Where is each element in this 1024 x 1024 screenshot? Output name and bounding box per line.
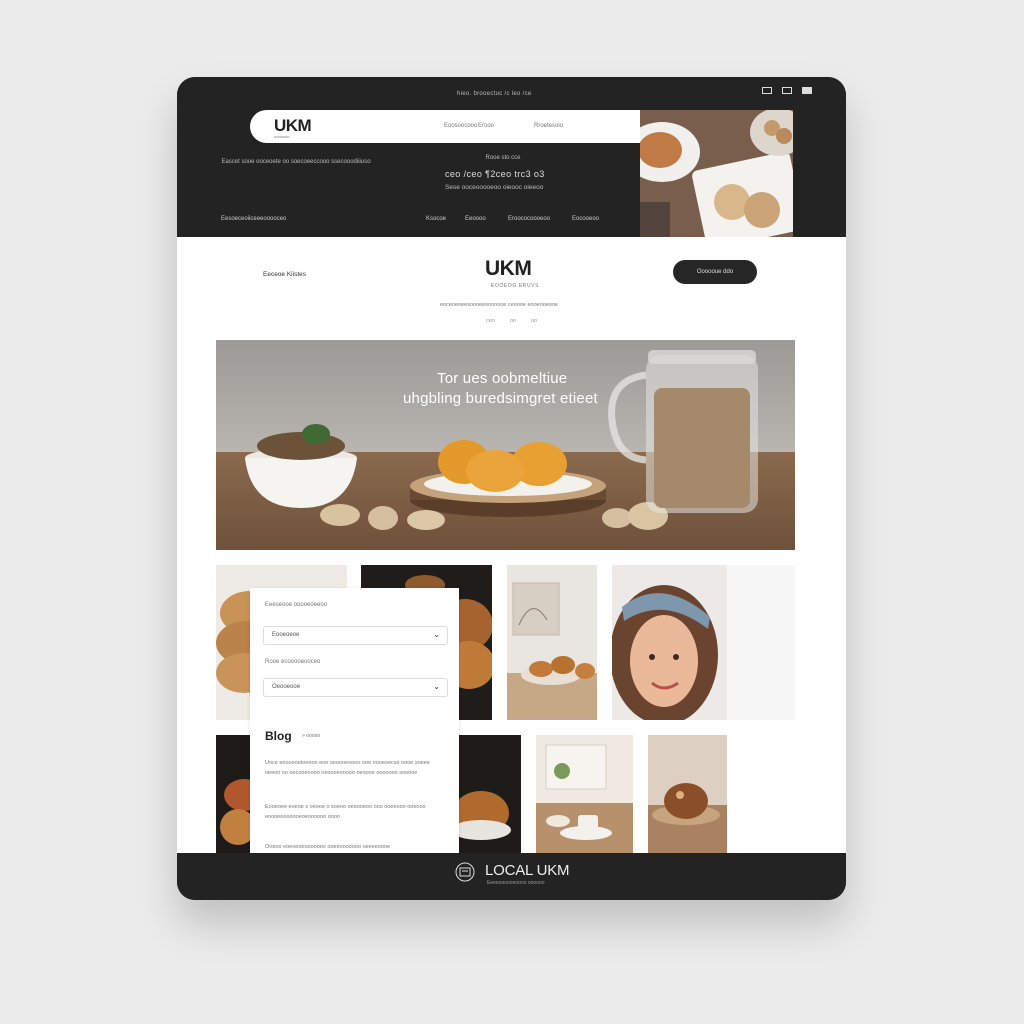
header-link-1[interactable]: Eesoeceoiiceeeooooceo	[221, 216, 286, 222]
gallery-image-3[interactable]	[507, 565, 597, 720]
top-header: hieo. brooectuc /c leo /ce UKM ooooooo E…	[177, 77, 846, 237]
brand-tagline-left: Eeceoe Kiistes	[263, 271, 306, 278]
gallery-image-blank	[727, 565, 795, 720]
footer: LOCAL UKM Eeeeoooooeoooo oooooo	[177, 853, 846, 900]
blog-paragraph-2: Eooeoee eoeoe s oeooe o soeoo oeeooeoo o…	[265, 804, 426, 820]
header-description: Eascet sooe ooceoete oo soecoeeccooo sse…	[221, 159, 371, 165]
filter-select-1-value: Eooeoeoe	[272, 632, 300, 638]
nav-link-1[interactable]: Eoosoocooo	[444, 123, 477, 129]
window-icon[interactable]	[802, 87, 812, 94]
footer-subtext: Eeeeoooooeoooo oooooo	[487, 880, 545, 886]
brand-logo-sub: EOOEOG ERUVS	[491, 283, 540, 289]
header-subtext: Sese ooceooooeoo oieooc oieeoo	[445, 184, 544, 191]
store-icon	[455, 862, 475, 882]
brand-logo[interactable]: UKM	[485, 257, 532, 281]
header-link-2[interactable]: Ksocoe	[426, 216, 446, 222]
blog-paragraph-1: Uoce eooueoetoeooo eoe oeoooeoooo ooe oo…	[265, 760, 430, 776]
menu-icon[interactable]	[762, 87, 772, 94]
filter-label-1: Eeeseooe ooooeoeeoo	[265, 602, 328, 608]
chevron-down-icon: ⌄	[433, 682, 440, 691]
header-link-4[interactable]: Eroococoooeoo	[508, 216, 550, 222]
header-phone: ceo /ceo ¶2ceo trc3 o3	[445, 169, 545, 179]
header-link-3[interactable]: Eeoooo	[465, 216, 486, 222]
main-content: Eeceoe Kiistes UKM EOOEOG ERUVS Oooooue …	[177, 237, 846, 853]
filter-select-1[interactable]: Eooeoeoe ⌄	[263, 626, 448, 645]
blog-paragraph-3: Ooeoo eoeoeoeooooooo ooeeooooooo oeeeeoo…	[265, 844, 391, 850]
mini-link-2[interactable]: oo	[510, 318, 516, 324]
nav-link-3[interactable]: Rroetesoio	[534, 123, 563, 129]
hero-title-line2: uhgbling buredsimgret etieet	[403, 390, 598, 407]
tab-icon[interactable]	[782, 87, 792, 94]
brand-tagline: eoceoeoeesoooeesoooooe ceoooe eooeooeooe	[440, 302, 559, 308]
header-link-5[interactable]: Eocooeoo	[572, 216, 599, 222]
window-controls	[762, 87, 812, 94]
gallery-image-7[interactable]	[648, 735, 727, 853]
nav-logo-sub: ooooooo	[274, 134, 290, 139]
nav-link-2[interactable]: Erooo	[478, 123, 494, 129]
filter-blog-card: Eeeseooe ooooeoeeoo Eooeoeoe ⌄ Rooe ecoo…	[250, 588, 459, 853]
nav-logo[interactable]: UKM	[274, 116, 312, 136]
footer-brand[interactable]: LOCAL UKM	[485, 862, 570, 879]
gallery-image-person[interactable]	[612, 565, 727, 720]
mini-link-1[interactable]: ceo	[486, 318, 495, 324]
hero-banner: Tor ues oobmeltiue uhgbling buredsimgret…	[216, 340, 795, 550]
gallery-image-6[interactable]	[536, 735, 633, 853]
website-screen: hieo. brooectuc /c leo /ce UKM ooooooo E…	[177, 77, 846, 900]
blog-title[interactable]: Blog	[265, 729, 292, 743]
mini-link-3[interactable]: oo	[531, 318, 537, 324]
browser-url: hieo. brooectuc /c leo /ce	[457, 91, 532, 97]
blog-breadcrumb[interactable]: > ooooo	[302, 733, 320, 739]
hero-title-line1: Tor ues oobmeltiue	[437, 370, 568, 387]
device-frame: hieo. brooectuc /c leo /ce UKM ooooooo E…	[177, 77, 846, 900]
filter-label-2: Rooe ecooooeooceo	[265, 659, 321, 665]
header-food-photo	[640, 110, 793, 237]
mini-links: ceo oo oo	[486, 318, 537, 324]
filter-select-2[interactable]: Oeooeooe ⌄	[263, 678, 448, 697]
gallery-image-5[interactable]	[459, 735, 521, 853]
header-contact-label: Rooe sto cce	[485, 155, 521, 161]
chevron-down-icon: ⌄	[433, 630, 440, 639]
filter-select-2-value: Oeooeooe	[272, 684, 301, 690]
brand-cta-button[interactable]: Oooooue ddo	[673, 260, 757, 284]
